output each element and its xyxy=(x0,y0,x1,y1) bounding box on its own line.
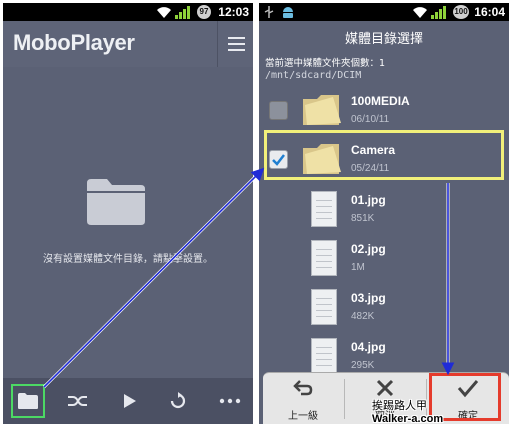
repeat-button[interactable] xyxy=(161,384,195,418)
current-path: /mnt/sdcard/DCIM xyxy=(265,70,362,81)
bottom-toolbar xyxy=(3,378,253,424)
selection-highlight-box xyxy=(264,130,504,180)
usb-icon xyxy=(264,6,274,18)
folder-row[interactable]: 100MEDIA 06/10/11 xyxy=(259,86,509,135)
status-bar: 97 12:03 xyxy=(3,3,253,21)
play-icon xyxy=(124,394,136,408)
folder-date: 06/10/11 xyxy=(351,114,390,125)
app-title: MoboPlayer xyxy=(13,30,135,55)
more-button[interactable] xyxy=(213,384,247,418)
file-size: 295K xyxy=(351,360,375,371)
empty-message: 沒有設置媒體文件目錄，請點擊設置。 xyxy=(43,254,213,265)
empty-folder-icon xyxy=(87,179,145,225)
android-icon xyxy=(283,7,293,18)
file-name: 04.jpg xyxy=(351,340,386,354)
file-icon xyxy=(311,191,337,227)
wifi-icon xyxy=(413,7,427,18)
app-header: MoboPlayer xyxy=(3,21,253,67)
folder-icon xyxy=(18,393,38,409)
shuffle-button[interactable] xyxy=(61,384,95,418)
menu-button[interactable] xyxy=(217,21,253,67)
battery-indicator: 97 xyxy=(197,5,211,19)
status-bar: 100 16:04 xyxy=(259,3,509,21)
watermark: 挨踢路人甲 Walker-a.com xyxy=(372,397,443,425)
status-time: 12:03 xyxy=(218,5,249,19)
wifi-icon xyxy=(157,7,171,18)
repeat-icon xyxy=(170,392,186,409)
signal-icon xyxy=(175,6,190,19)
battery-indicator: 100 xyxy=(453,5,469,19)
right-phone-screen: 100 16:04 媒體目錄選擇 當前選中媒體文件夾個數：1 /mnt/sdca… xyxy=(259,3,509,424)
left-phone-screen: 97 12:03 MoboPlayer 沒有設置媒體文件目錄，請點擊設置。 xyxy=(3,3,253,424)
watermark-site: Walker-a.com xyxy=(372,413,444,425)
file-icon xyxy=(311,338,337,374)
file-row[interactable]: 03.jpg 482K xyxy=(259,283,509,332)
file-name: 02.jpg xyxy=(351,242,386,256)
up-level-button[interactable]: 上一級 xyxy=(263,373,343,424)
up-level-label: 上一級 xyxy=(288,411,318,422)
more-icon xyxy=(219,398,241,404)
selected-count: 當前選中媒體文件夾個數：1 xyxy=(265,58,386,69)
watermark-author: 挨踢路人甲 xyxy=(372,400,427,412)
checkbox-unchecked[interactable] xyxy=(269,101,288,120)
file-name: 01.jpg xyxy=(351,193,386,207)
file-size: 851K xyxy=(351,213,375,224)
folder-button[interactable] xyxy=(11,384,45,418)
folder-name: 100MEDIA xyxy=(351,94,410,108)
signal-icon xyxy=(431,6,446,19)
file-size: 1M xyxy=(351,262,365,273)
close-icon xyxy=(376,379,394,397)
dialog-title: 媒體目錄選擇 xyxy=(344,32,423,47)
file-row[interactable]: 01.jpg 851K xyxy=(259,185,509,234)
status-time: 16:04 xyxy=(474,5,505,19)
file-size: 482K xyxy=(351,311,375,322)
back-arrow-icon xyxy=(293,380,313,396)
file-icon xyxy=(311,289,337,325)
file-icon xyxy=(311,240,337,276)
file-name: 03.jpg xyxy=(351,291,386,305)
file-row[interactable]: 02.jpg 1M xyxy=(259,234,509,283)
folder-icon xyxy=(303,95,341,125)
shuffle-icon xyxy=(68,396,87,406)
play-button[interactable] xyxy=(111,384,145,418)
